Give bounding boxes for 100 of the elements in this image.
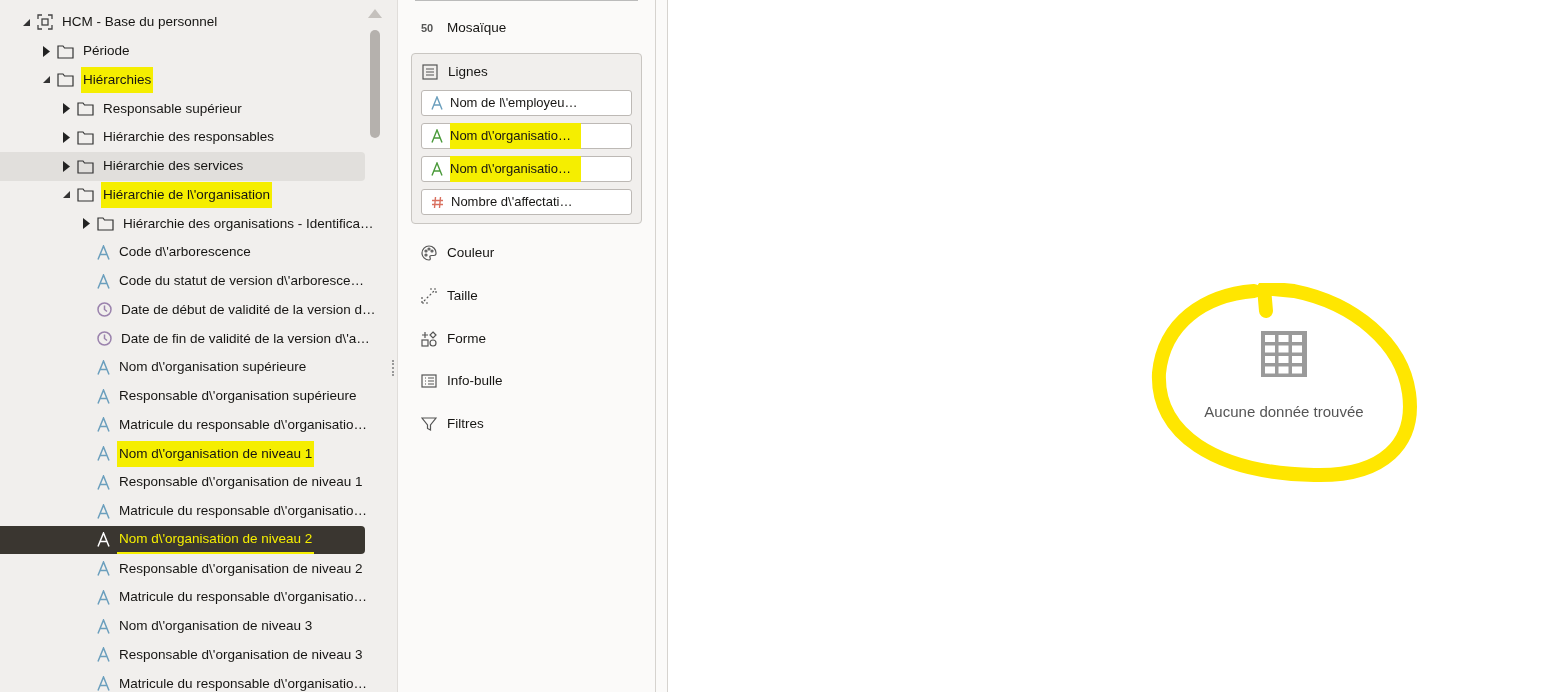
tree-item-label: Hiérarchie des services (102, 157, 245, 175)
tree-item[interactable]: Hiérarchie des services (0, 151, 365, 181)
tree-item-label: Nom d\'organisation de niveau 2 (117, 525, 315, 554)
caret-right-icon[interactable] (61, 103, 71, 115)
tree-item-label: Hiérarchie de l\'organisation (101, 181, 272, 208)
tree-item[interactable]: Hiérarchies (0, 65, 365, 95)
letter-a-icon (97, 446, 110, 462)
tree-item-label: Responsable d\'organisation supérieure (118, 387, 358, 405)
letter-a-icon (97, 532, 110, 548)
tree-item[interactable]: Matricule du responsable d\'organisatio… (0, 410, 365, 440)
tree-item-label: Date de début de validité de la version d… (120, 300, 377, 319)
letter-a-icon (431, 96, 443, 110)
folder-icon (77, 101, 94, 117)
letter-a-icon (97, 676, 110, 692)
rows-icon (422, 64, 438, 80)
dataset-icon (37, 14, 53, 31)
field-chip-label: Nom d\'organisatio… (450, 156, 581, 182)
letter-a-icon (97, 618, 110, 634)
tree-item[interactable]: Matricule du responsable d\'organisatio… (0, 583, 365, 612)
tree-item-label: Responsable d\'organisation de niveau 3 (118, 645, 364, 664)
letter-a-icon (97, 474, 110, 490)
tree-item[interactable]: Responsable supérieur (0, 94, 365, 123)
grammar-item[interactable]: Info-bulle (411, 360, 642, 403)
field-chip[interactable]: Nom d\'organisatio… (421, 123, 632, 149)
tree-item[interactable]: HCM - Base du personnel (0, 8, 365, 37)
tree-item-label: Période (82, 42, 131, 60)
tree-item-label: Hiérarchies (81, 66, 154, 93)
tree-item[interactable]: Responsable d\'organisation de niveau 1 (0, 468, 365, 497)
letter-a-icon (431, 129, 443, 143)
grammar-label: Lignes (448, 62, 488, 81)
mosaic-icon: 50 (421, 19, 437, 37)
caret-down-icon[interactable] (21, 17, 31, 27)
field-chip[interactable]: Nombre d\'affectati… (421, 189, 632, 215)
tree-item-label: Nom d\'organisation de niveau 1 (117, 440, 315, 467)
letter-a-icon (97, 417, 110, 433)
grammar-item[interactable]: Couleur (411, 232, 642, 275)
letter-a-icon (431, 162, 443, 176)
caret-down-icon[interactable] (41, 75, 51, 85)
tree-item[interactable]: Période (0, 36, 365, 66)
folder-icon (57, 72, 74, 88)
tree-item-label: Responsable d\'organisation de niveau 2 (118, 559, 364, 578)
field-chip-label: Nom d\'organisatio… (450, 123, 581, 149)
field-chip[interactable]: Nom de l\'employeu… (421, 90, 632, 116)
letter-a-icon (97, 244, 110, 260)
tree-item[interactable]: Nom d\'organisation de niveau 2 (0, 525, 365, 555)
caret-right-icon[interactable] (61, 131, 71, 143)
list-icon (421, 373, 437, 390)
tree-item[interactable]: Nom d\'organisation de niveau 1 (0, 439, 365, 468)
table-icon (1261, 331, 1307, 377)
grammar-label: Info-bulle (447, 372, 503, 391)
grammar-item[interactable]: Filtres (411, 402, 642, 446)
caret-right-icon[interactable] (41, 45, 51, 57)
tree-item[interactable]: Code d\'arborescence (0, 238, 365, 267)
tree-item-label: Date de fin de validité de la version d\'a… (120, 329, 371, 348)
caret-down-icon[interactable] (61, 190, 71, 200)
tree-item[interactable]: Responsable d\'organisation de niveau 3 (0, 640, 365, 670)
letter-a-icon (97, 561, 110, 577)
tree-item-label: Hiérarchie des organisations - Identifica… (122, 214, 375, 233)
tree-item[interactable]: Responsable d\'organisation de niveau 2 (0, 554, 365, 583)
grammar-label: Taille (447, 286, 478, 305)
caret-right-icon[interactable] (81, 218, 91, 230)
tree-item[interactable]: Nom d\'organisation supérieure (0, 353, 365, 382)
grammar-item[interactable]: Forme (411, 317, 642, 361)
grammar-label: Filtres (447, 414, 484, 433)
tree-item-label: Responsable supérieur (102, 99, 243, 118)
field-chip-label: Nom de l\'employeu… (450, 94, 579, 113)
splitter-handle[interactable] (392, 360, 394, 376)
letter-a-icon (97, 503, 110, 519)
grammar-item[interactable]: 50 Mosaïque (411, 1, 642, 53)
tree-item[interactable]: Matricule du responsable d\'organisatio… (0, 496, 365, 526)
letter-a-icon (97, 589, 110, 605)
folder-icon (57, 43, 74, 59)
tree-item-label: Nom d\'organisation de niveau 3 (118, 617, 314, 635)
field-chip[interactable]: Nom d\'organisatio… (421, 156, 632, 182)
resize-icon (421, 288, 437, 305)
tree-item-label: Matricule du responsable d\'organisatio… (118, 674, 368, 692)
field-chip-label: Nombre d\'affectati… (451, 193, 574, 212)
shapes-icon (421, 330, 437, 347)
tree-item[interactable]: Responsable d\'organisation supérieure (0, 381, 365, 411)
grammar-label: Mosaïque (447, 18, 507, 37)
folder-icon (97, 216, 114, 232)
folder-icon (77, 187, 94, 203)
tree-item[interactable]: Hiérarchie de l\'organisation (0, 180, 365, 210)
tree-item[interactable]: Nom d\'organisation de niveau 3 (0, 611, 365, 641)
tree-item-label: Nom d\'organisation supérieure (118, 358, 308, 377)
letter-a-icon (97, 388, 110, 404)
letter-a-icon (97, 359, 110, 375)
tree-item-label: HCM - Base du personnel (61, 13, 219, 32)
hash-icon (431, 195, 444, 209)
grammar-label: Forme (447, 329, 486, 348)
folder-icon (77, 158, 94, 174)
tree-item[interactable]: Matricule du responsable d\'organisatio… (0, 669, 365, 692)
tree-item[interactable]: Code du statut de version d\'arboresce… (0, 266, 365, 296)
caret-right-icon[interactable] (61, 160, 71, 172)
tree-item-label: Code du statut de version d\'arboresce… (118, 272, 365, 290)
clock-icon (97, 302, 112, 318)
scrollbar[interactable] (370, 30, 380, 138)
tree-item-label: Matricule du responsable d\'organisatio… (118, 502, 368, 520)
grammar-item[interactable]: Taille (411, 274, 642, 318)
tree-item[interactable]: Hiérarchie des responsables (0, 123, 365, 152)
